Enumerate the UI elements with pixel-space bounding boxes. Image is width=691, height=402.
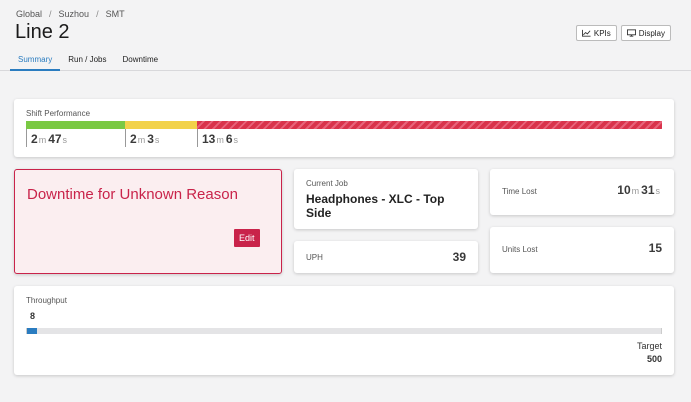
throughput-card: Throughput 8 Target 500 <box>14 286 674 375</box>
current-job-label: Current Job <box>306 179 348 188</box>
units-lost-card: Units Lost 15 <box>490 227 674 273</box>
downtime-reason-title: Downtime for Unknown Reason <box>27 186 238 203</box>
uph-card: UPH 39 <box>294 241 478 273</box>
running-segment[interactable] <box>26 121 125 129</box>
tab-bar: Summary Run / Jobs Downtime <box>10 50 166 71</box>
shift-performance-card: Shift Performance 2m 47s 2m 3s 13m 6s <box>14 99 674 157</box>
breadcrumb-item-global[interactable]: Global <box>16 9 42 19</box>
header-actions: KPIs Display <box>575 25 671 41</box>
units-lost-label: Units Lost <box>502 245 538 254</box>
tab-run-jobs[interactable]: Run / Jobs <box>60 50 114 71</box>
breadcrumb-item-smt[interactable]: SMT <box>106 9 125 19</box>
downtime-alert-card: Downtime for Unknown Reason Edit <box>14 169 282 274</box>
segment-durations: 2m 47s 2m 3s 13m 6s <box>26 129 397 147</box>
target-label: Target <box>636 341 662 351</box>
throughput-progress-track <box>26 328 662 334</box>
time-lost-card: Time Lost 10m 31s <box>490 169 674 215</box>
page-title: Line 2 <box>15 21 70 43</box>
shift-timeline-bar <box>26 121 662 129</box>
monitor-icon <box>626 29 636 37</box>
downtime-segment[interactable] <box>197 121 662 129</box>
breadcrumb-separator: / <box>96 9 99 19</box>
edit-downtime-button[interactable]: Edit <box>234 229 260 247</box>
uph-value: 39 <box>452 250 466 264</box>
kpis-button-label: KPIs <box>593 28 611 38</box>
warning-segment[interactable] <box>125 121 197 129</box>
breadcrumb-separator: / <box>49 9 52 19</box>
tab-summary[interactable]: Summary <box>10 50 61 71</box>
throughput-label: Throughput <box>26 296 67 305</box>
display-button-label: Display <box>638 28 665 38</box>
current-job-card: Current Job Headphones - XLC - Top Side <box>294 169 478 229</box>
time-lost-label: Time Lost <box>502 187 537 196</box>
breadcrumb: Global / Suzhou / SMT <box>16 9 125 19</box>
throughput-progress-fill <box>27 328 38 334</box>
shift-performance-label: Shift Performance <box>26 109 91 118</box>
page-header: Global / Suzhou / SMT Line 2 KPIs Displa… <box>0 0 691 71</box>
tab-downtime[interactable]: Downtime <box>114 50 166 71</box>
throughput-value: 8 <box>30 311 36 321</box>
warning-duration: 2m 3s <box>125 129 197 147</box>
current-job-name: Headphones - XLC - Top Side <box>306 192 445 220</box>
units-lost-value: 15 <box>648 241 662 255</box>
breadcrumb-item-suzhou[interactable]: Suzhou <box>59 9 90 19</box>
downtime-duration: 13m 6s <box>197 129 397 147</box>
time-lost-value: 10m 31s <box>617 183 660 197</box>
target-value: 500 <box>646 354 662 364</box>
line-chart-icon <box>581 29 591 37</box>
uph-label: UPH <box>306 253 323 262</box>
running-duration: 2m 47s <box>26 129 125 147</box>
kpis-button[interactable]: KPIs <box>575 25 617 41</box>
display-button[interactable]: Display <box>620 25 671 41</box>
